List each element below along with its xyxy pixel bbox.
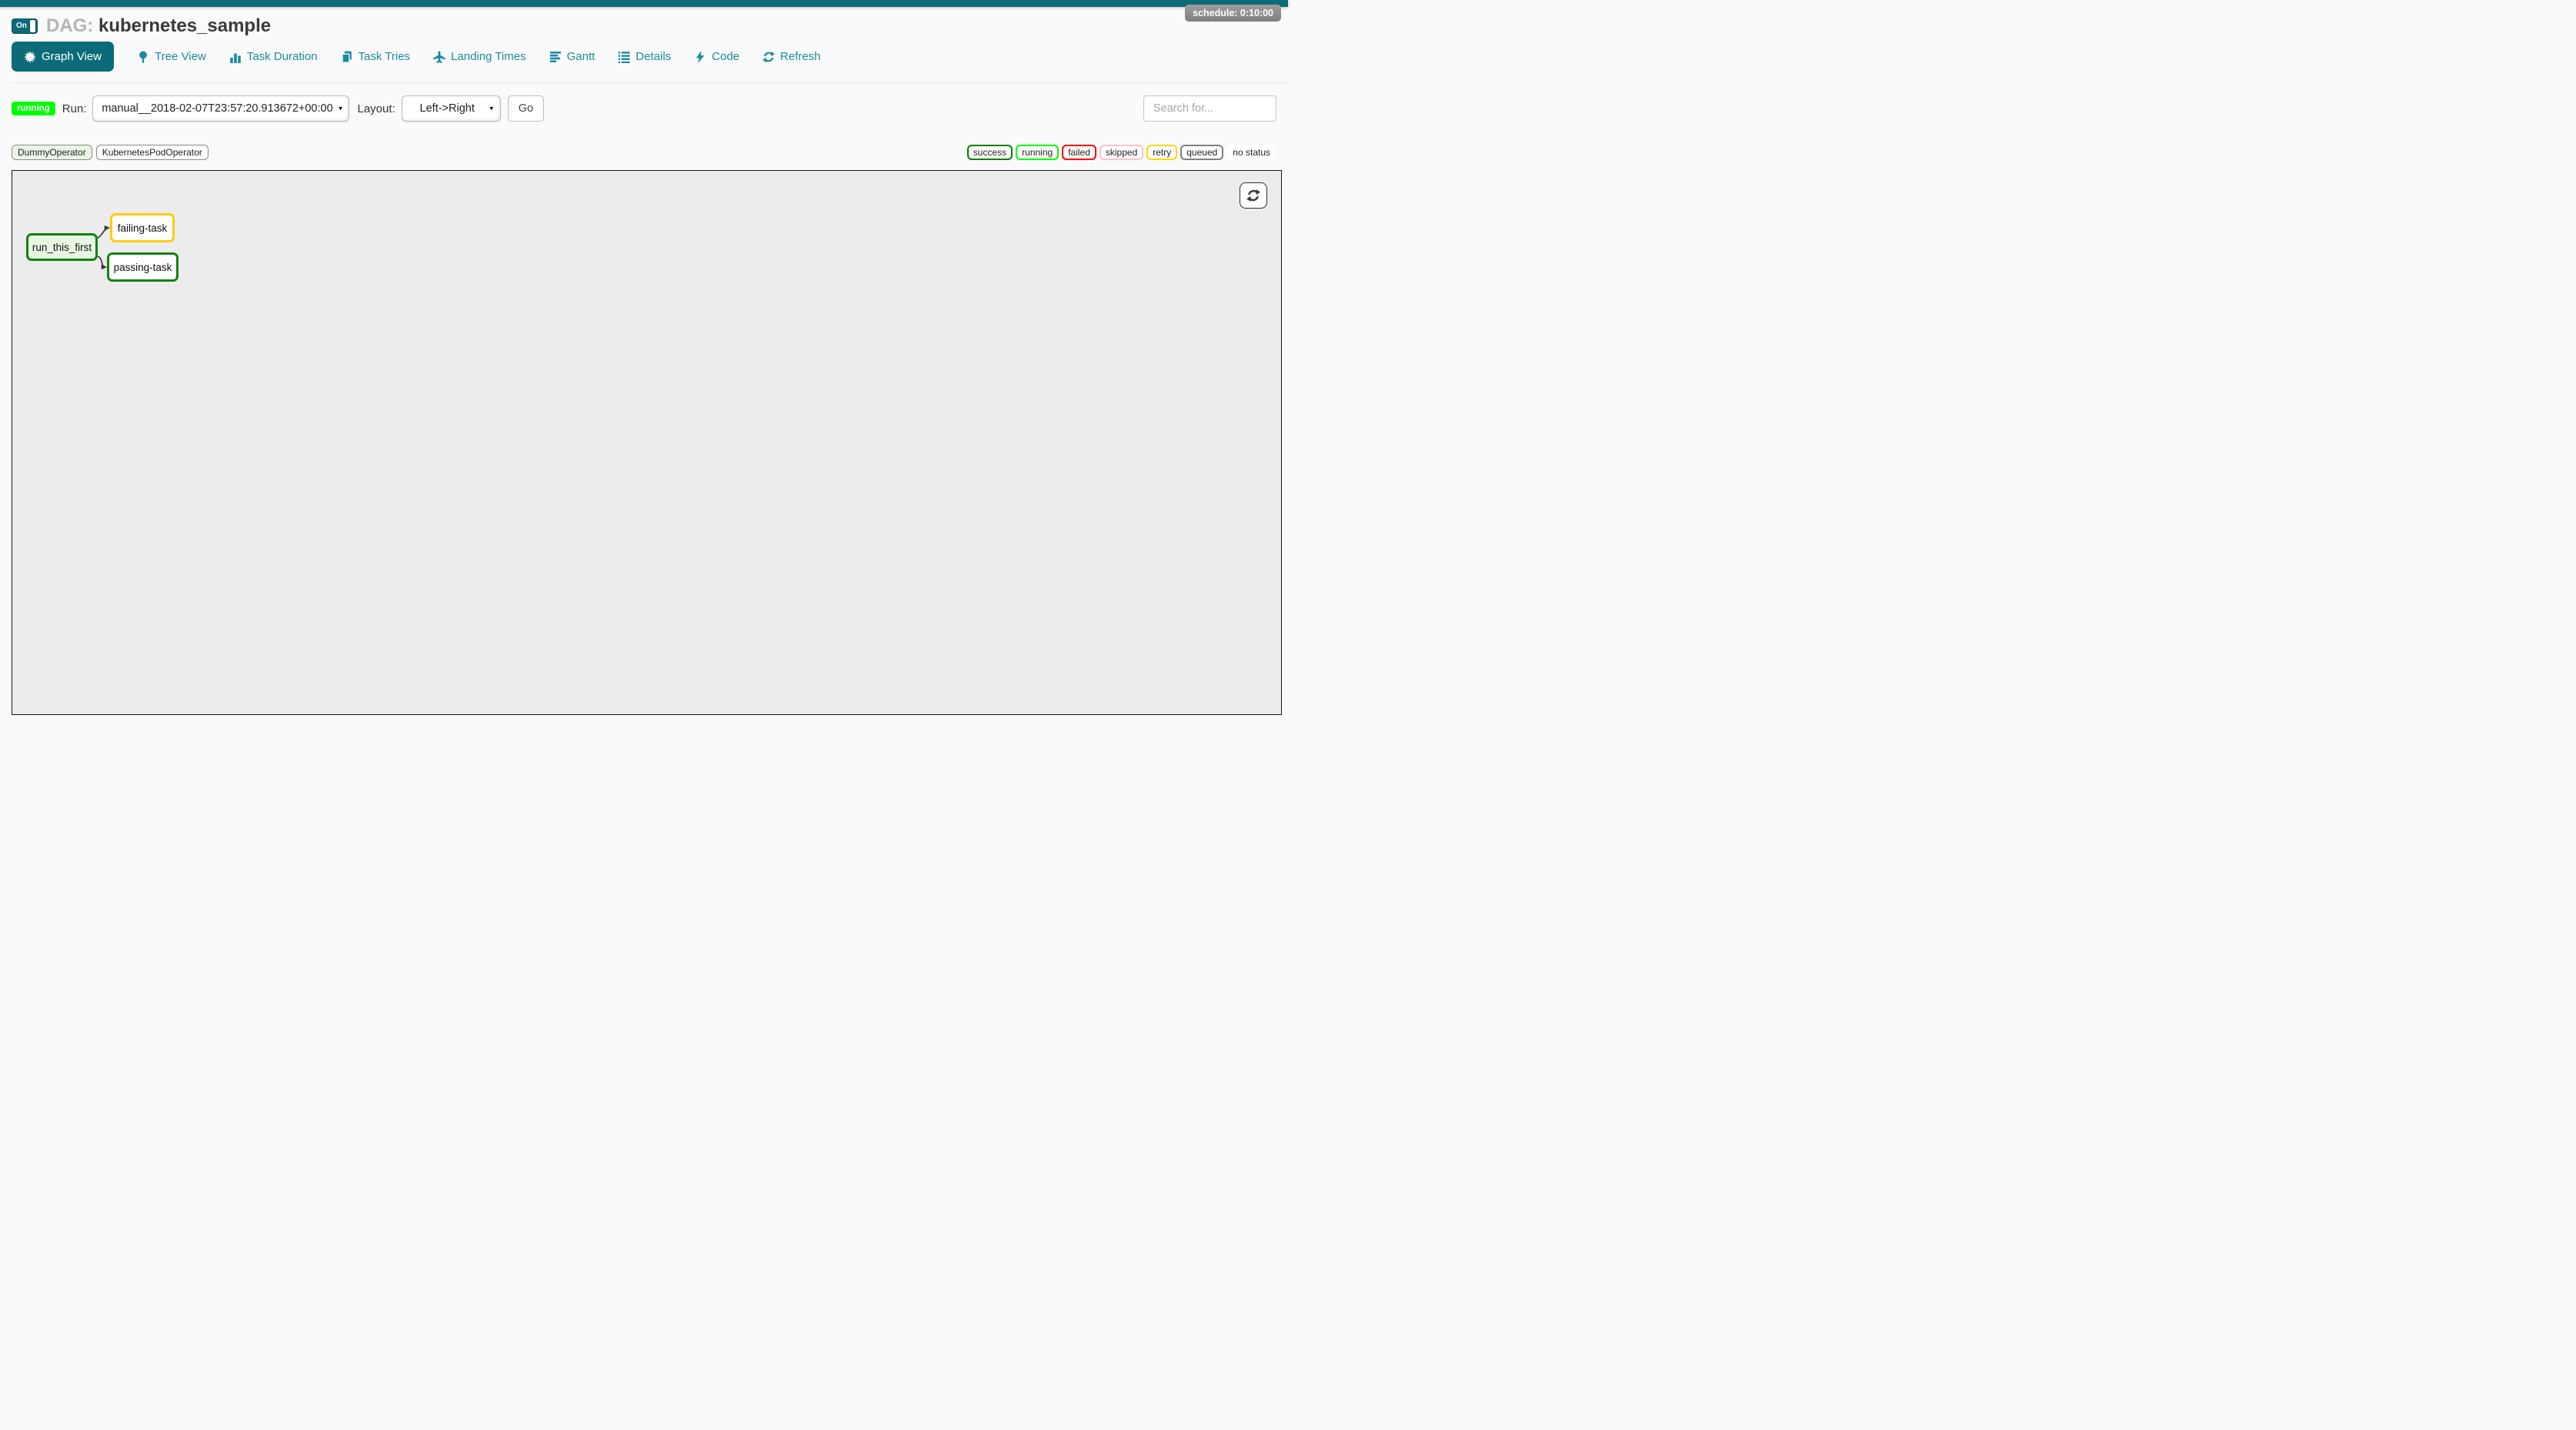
- tab-label: Code: [712, 50, 739, 63]
- tab-tree-view[interactable]: Tree View: [137, 50, 206, 63]
- header-divider: [12, 82, 1288, 83]
- tab-label: Gantt: [567, 50, 596, 63]
- run-controls: running Run: manual__2018-02-07T23:57:20…: [12, 95, 1276, 122]
- tab-label: Refresh: [780, 50, 821, 63]
- tab-task-tries[interactable]: Task Tries: [341, 50, 411, 63]
- page-title: DAG: kubernetes_sample: [46, 15, 271, 37]
- tab-landing-times[interactable]: Landing Times: [433, 50, 526, 63]
- bolt-icon: [694, 51, 706, 63]
- edge-run-this-first-to-passing-task: [98, 256, 104, 266]
- tab-label: Graph View: [42, 50, 102, 63]
- run-select-value: manual__2018-02-07T23:57:20.913672+00:00: [102, 102, 332, 115]
- layout-label: Layout:: [357, 102, 395, 115]
- plane-icon: [433, 51, 445, 63]
- edge-arrowhead: [102, 265, 107, 269]
- graph-refresh-button[interactable]: [1240, 182, 1267, 209]
- edge-run-this-first-to-failing-task: [98, 229, 108, 238]
- tab-label: Landing Times: [451, 50, 526, 63]
- tab-label: Task Duration: [247, 50, 318, 63]
- edge-arrowhead: [105, 226, 110, 230]
- task-node-run-this-first[interactable]: run_this_first: [26, 233, 98, 261]
- task-node-passing-task[interactable]: passing-task: [107, 252, 179, 282]
- legend-row: DummyOperator KubernetesPodOperator succ…: [12, 145, 1276, 160]
- dag-header: On DAG: kubernetes_sample: [12, 15, 1288, 37]
- state-badge-success: success: [967, 145, 1013, 160]
- dag-title-prefix: DAG:: [46, 15, 93, 36]
- chevron-down-icon: ▼: [489, 105, 495, 112]
- layout-select[interactable]: Left->Right ▼: [402, 95, 501, 122]
- dag-name: kubernetes_sample: [98, 15, 271, 36]
- duplicate-icon: [341, 51, 353, 63]
- state-badge-queued: queued: [1180, 145, 1223, 160]
- state-badge-skipped: skipped: [1099, 145, 1143, 160]
- operator-badge-kubernetespodoperator: KubernetesPodOperator: [96, 145, 209, 160]
- state-badge-running: running: [1016, 145, 1059, 160]
- top-navbar-strip: [0, 0, 1288, 7]
- operator-badge-dummyoperator: DummyOperator: [12, 145, 92, 160]
- layout-select-value: Left->Right: [420, 102, 475, 115]
- tab-label: Tree View: [155, 50, 206, 63]
- tab-label: Details: [636, 50, 671, 63]
- run-state-badge: running: [12, 102, 55, 115]
- schedule-badge: schedule: 0:10:00: [1185, 5, 1281, 22]
- dag-graph-canvas[interactable]: run_this_first failing-task passing-task: [12, 170, 1282, 715]
- view-tabs: Graph View Tree View Task Duration Task …: [12, 42, 1288, 72]
- refresh-icon: [1246, 189, 1260, 202]
- tab-details[interactable]: Details: [618, 50, 671, 63]
- tab-task-duration[interactable]: Task Duration: [229, 50, 318, 63]
- bar-chart-icon: [229, 51, 242, 63]
- tab-graph-view[interactable]: Graph View: [12, 42, 114, 72]
- list-icon: [618, 51, 630, 63]
- state-badge-retry: retry: [1146, 145, 1177, 160]
- align-left-icon: [549, 51, 562, 63]
- tab-code[interactable]: Code: [694, 50, 739, 63]
- state-badge-no-status: no status: [1226, 145, 1276, 160]
- toggle-knob: [29, 19, 36, 33]
- tab-refresh[interactable]: Refresh: [762, 50, 821, 63]
- state-badge-failed: failed: [1062, 145, 1096, 160]
- search-input[interactable]: [1143, 95, 1276, 122]
- graph-view-icon: [24, 51, 36, 63]
- tree-icon: [137, 51, 149, 63]
- go-button[interactable]: Go: [508, 95, 544, 122]
- refresh-icon: [762, 51, 775, 63]
- state-legend: success running failed skipped retry que…: [967, 145, 1276, 160]
- dag-edges: [12, 171, 1283, 716]
- dag-on-off-toggle[interactable]: On: [12, 18, 38, 34]
- chevron-down-icon: ▼: [338, 105, 344, 112]
- tab-label: Task Tries: [359, 50, 411, 63]
- run-label: Run:: [62, 102, 87, 115]
- tab-gantt[interactable]: Gantt: [549, 50, 596, 63]
- task-node-failing-task[interactable]: failing-task: [110, 213, 175, 242]
- run-select[interactable]: manual__2018-02-07T23:57:20.913672+00:00…: [92, 95, 349, 122]
